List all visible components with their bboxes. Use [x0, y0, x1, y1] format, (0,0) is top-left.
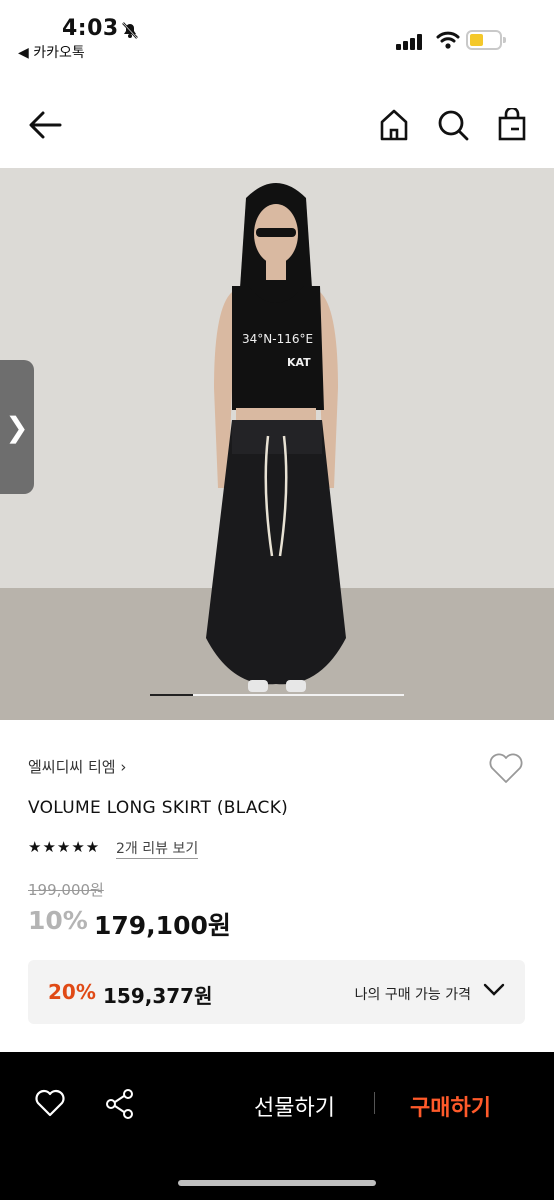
chevron-down-icon[interactable]: [483, 982, 505, 1001]
coupon-percent: 20%: [48, 980, 96, 1004]
mute-bell-icon: [120, 20, 140, 44]
top-nav: [0, 100, 554, 152]
my-price-box[interactable]: 20% 159,377원 나의 구매 가능 가격: [28, 960, 525, 1024]
wifi-icon: [436, 30, 460, 54]
reviews-link[interactable]: 2개 리뷰 보기: [116, 838, 199, 859]
original-price: 199,000원: [28, 881, 104, 899]
status-bar: 4:03 ◀ 카카오톡: [0, 0, 554, 64]
search-icon[interactable]: [436, 108, 470, 146]
battery-icon: [466, 30, 506, 50]
coupon-amount: 159,377원: [103, 984, 213, 1008]
clock: 4:03: [62, 16, 119, 41]
shirt-text: 34°N-116°E: [242, 332, 314, 346]
home-indicator[interactable]: [178, 1180, 376, 1186]
product-title: VOLUME LONG SKIRT (BLACK): [28, 798, 289, 818]
coupon-label: 나의 구매 가능 가격: [354, 987, 471, 1003]
home-icon[interactable]: [378, 108, 410, 146]
rating-stars: ★★★★★: [28, 838, 101, 856]
wishlist-heart-icon[interactable]: [488, 752, 524, 788]
discount-rate: 10%: [28, 906, 88, 935]
gift-button[interactable]: 선물하기: [254, 1090, 335, 1122]
chevron-right-icon: ❯: [5, 410, 29, 444]
divider: [374, 1092, 375, 1114]
model-illustration: [206, 183, 346, 692]
back-to-app-link[interactable]: ◀ 카카오톡: [18, 42, 85, 62]
back-arrow-icon[interactable]: [28, 110, 62, 144]
next-image-button[interactable]: ❯: [0, 360, 34, 494]
carousel-progress: [150, 694, 194, 696]
brand-link[interactable]: 엘씨디씨 티엠 ›: [28, 756, 126, 777]
product-image[interactable]: 34°N-116°E KAT: [0, 168, 554, 720]
signal-icon: [396, 34, 424, 54]
shirt-brand: KAT: [287, 356, 311, 369]
shopping-bag-icon[interactable]: [496, 106, 528, 146]
sale-price: 179,100원: [94, 911, 231, 940]
share-icon[interactable]: [104, 1088, 136, 1124]
buy-button[interactable]: 구매하기: [410, 1090, 491, 1122]
carousel-indicator: [150, 694, 404, 696]
bottom-action-bar: 선물하기 구매하기: [0, 1052, 554, 1200]
like-heart-icon[interactable]: [34, 1088, 66, 1122]
